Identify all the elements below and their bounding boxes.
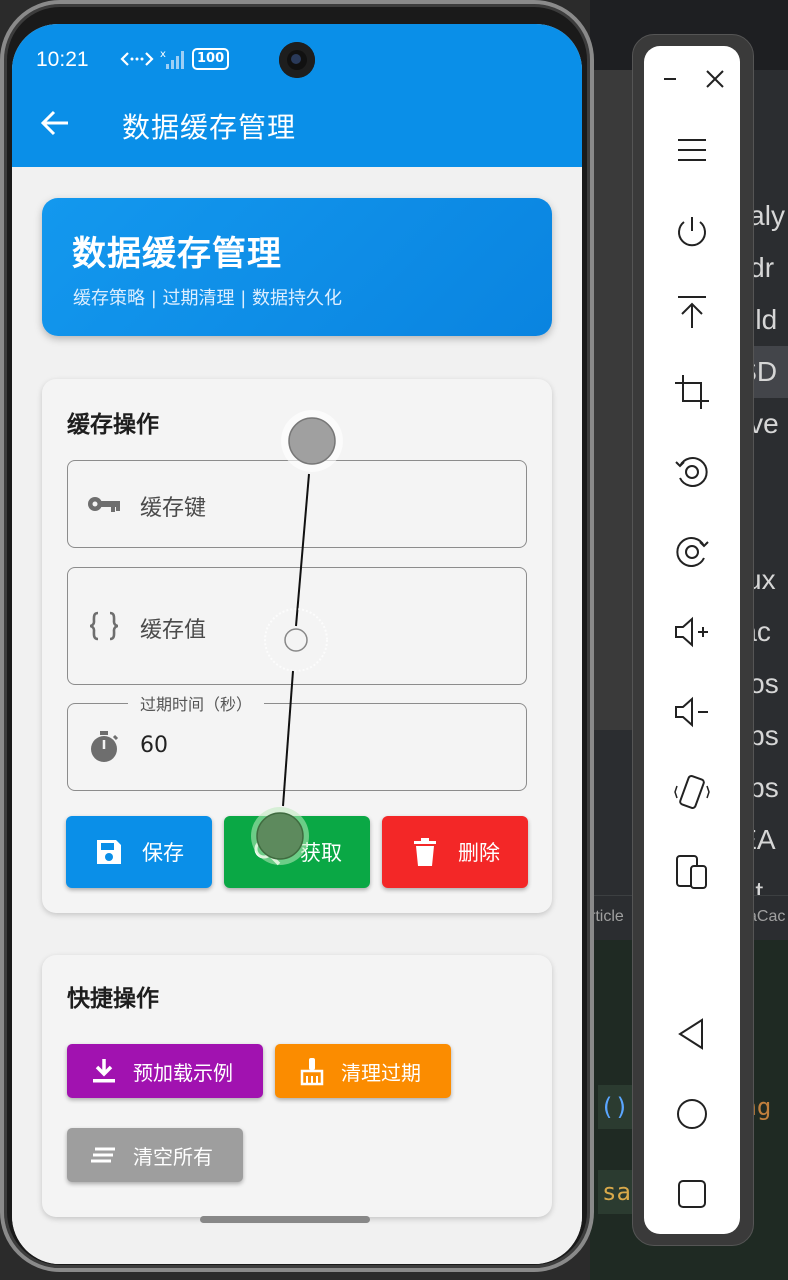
crop-button[interactable] xyxy=(672,372,712,412)
get-button[interactable]: 获取 xyxy=(224,816,370,888)
clean-expired-button[interactable]: 清理过期 xyxy=(275,1044,451,1098)
clear-all-button[interactable]: 清空所有 xyxy=(67,1128,243,1182)
upload-button[interactable] xyxy=(672,292,712,332)
network-icon xyxy=(120,52,154,66)
power-icon xyxy=(678,217,706,247)
back-arrow-icon[interactable] xyxy=(38,106,72,140)
cache-value-field[interactable]: 缓存值 xyxy=(67,567,527,685)
rotate-right-icon xyxy=(676,537,709,567)
rotate-left-icon xyxy=(675,457,708,487)
back-icon xyxy=(678,1018,703,1050)
fold-button[interactable] xyxy=(672,852,712,892)
close-icon[interactable] xyxy=(702,66,728,92)
header-title: 数据缓存管理 xyxy=(72,234,282,274)
svg-text:x: x xyxy=(160,49,166,60)
signal-icon: x xyxy=(160,49,184,69)
battery-icon: 100 xyxy=(192,48,230,70)
braces-icon xyxy=(89,611,119,641)
front-camera xyxy=(279,42,315,78)
preload-examples-button[interactable]: 预加载示例 xyxy=(67,1044,263,1098)
upload-icon xyxy=(678,296,706,328)
status-icons: x 100 xyxy=(120,46,230,72)
header-subtitle: 缓存策略 | 过期清理 | 数据持久化 xyxy=(73,288,343,309)
ttl-label: 过期时间（秒） xyxy=(128,691,265,715)
status-time: 10:21 xyxy=(36,48,89,71)
trash-icon xyxy=(414,838,436,866)
delete-button-label: 删除 xyxy=(458,841,500,865)
main-content[interactable]: 数据缓存管理 缓存策略 | 过期清理 | 数据持久化 缓存操作 缓存键 缓存值 … xyxy=(12,167,582,1264)
clear-all-label: 清空所有 xyxy=(133,1144,213,1169)
page-title: 数据缓存管理 xyxy=(122,111,297,144)
quick-operations-card: 快捷操作 预加载示例 清理过期 清空所有 xyxy=(42,955,552,1217)
save-button[interactable]: 保存 xyxy=(66,816,212,888)
ttl-value: 60 xyxy=(140,733,168,758)
cache-key-placeholder: 缓存键 xyxy=(140,496,207,521)
shake-button[interactable] xyxy=(672,772,712,812)
cache-value-placeholder: 缓存值 xyxy=(140,618,207,643)
menu-icon xyxy=(678,139,706,161)
preload-examples-label: 预加载示例 xyxy=(133,1060,233,1085)
key-icon xyxy=(88,497,120,512)
home-indicator[interactable] xyxy=(200,1216,370,1223)
save-icon xyxy=(97,840,121,864)
shake-icon xyxy=(674,775,710,809)
crop-icon xyxy=(675,375,709,409)
volume-down-button[interactable] xyxy=(672,692,712,732)
emulator-toolbar xyxy=(644,46,740,1234)
save-button-label: 保存 xyxy=(142,841,184,865)
cache-operations-card: 缓存操作 缓存键 缓存值 过期时间（秒） 60 保存 获取 删除 xyxy=(42,379,552,913)
minimize-icon[interactable] xyxy=(658,66,684,92)
quick-operations-title: 快捷操作 xyxy=(67,986,159,1012)
phone-screen: 10:21 x 100 数据缓存管理 数据缓存管理 缓存策略 | 过期清理 | … xyxy=(12,24,582,1264)
overview-icon xyxy=(678,1180,706,1208)
volume-up-icon xyxy=(675,616,708,648)
ttl-field[interactable]: 过期时间（秒） 60 xyxy=(67,691,527,791)
editor-tab[interactable]: rticle xyxy=(590,908,624,926)
home-button[interactable] xyxy=(672,1094,712,1134)
menu-button[interactable] xyxy=(672,130,712,170)
get-button-label: 获取 xyxy=(300,841,342,865)
back-button[interactable] xyxy=(672,1014,712,1054)
rotate-left-button[interactable] xyxy=(672,452,712,492)
broom-icon xyxy=(300,1058,324,1086)
cache-key-field[interactable]: 缓存键 xyxy=(67,460,527,548)
app-bar: 10:21 x 100 数据缓存管理 xyxy=(12,24,582,167)
fold-icon xyxy=(676,855,707,889)
rotate-right-button[interactable] xyxy=(672,532,712,572)
clear-all-icon xyxy=(91,1147,115,1163)
search-icon xyxy=(254,839,281,866)
volume-up-button[interactable] xyxy=(672,612,712,652)
home-icon xyxy=(677,1099,707,1129)
clean-expired-label: 清理过期 xyxy=(341,1060,421,1085)
timer-icon xyxy=(91,731,119,762)
volume-down-icon xyxy=(675,696,708,728)
power-button[interactable] xyxy=(672,212,712,252)
cache-operations-title: 缓存操作 xyxy=(67,412,159,438)
header-card: 数据缓存管理 缓存策略 | 过期清理 | 数据持久化 xyxy=(42,198,552,336)
delete-button[interactable]: 删除 xyxy=(382,816,528,888)
download-icon xyxy=(93,1059,115,1083)
overview-button[interactable] xyxy=(672,1174,712,1214)
